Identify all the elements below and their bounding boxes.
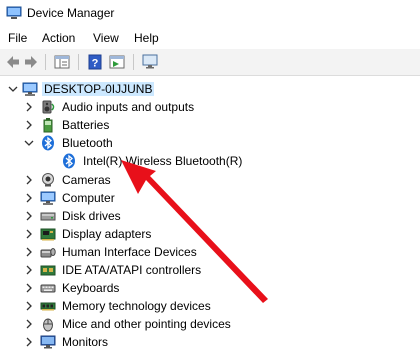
chevron-right-icon[interactable] xyxy=(23,119,35,131)
device-manager-icon xyxy=(6,6,22,19)
tree-item-label: Keyboards xyxy=(62,281,120,295)
chevron-right-icon[interactable] xyxy=(23,336,35,348)
properties-icon[interactable] xyxy=(108,53,126,71)
hid-icon xyxy=(40,248,56,258)
menu-file[interactable]: File xyxy=(6,31,29,45)
tree-item-bluetooth[interactable]: Bluetooth xyxy=(0,134,420,152)
tree-item-intel-wireless-bluetooth[interactable]: Intel(R) Wireless Bluetooth(R) xyxy=(0,152,420,170)
menu-action[interactable]: Action xyxy=(40,31,77,45)
chevron-right-icon[interactable] xyxy=(23,228,35,240)
bluetooth-icon xyxy=(42,135,54,151)
tree-item-label: Computer xyxy=(62,191,115,205)
tree-item-label: Human Interface Devices xyxy=(62,245,197,259)
toolbar: ? xyxy=(0,49,420,76)
tree-item-label: Audio inputs and outputs xyxy=(62,100,195,114)
ide-icon xyxy=(40,265,56,276)
tree-item-computer[interactable]: Computer xyxy=(0,189,420,207)
tree-item-monitors[interactable]: Monitors xyxy=(0,333,420,351)
tree-item-cameras[interactable]: Cameras xyxy=(0,171,420,189)
tree-item-label: Bluetooth xyxy=(62,136,113,150)
tree-item-mice[interactable]: Mice and other pointing devices xyxy=(0,315,420,333)
tree-item-display-adapters[interactable]: Display adapters xyxy=(0,225,420,243)
toolbar-separator xyxy=(133,54,134,70)
help-icon[interactable]: ? xyxy=(86,53,104,71)
chevron-right-icon[interactable] xyxy=(23,300,35,312)
chevron-down-icon[interactable] xyxy=(23,137,35,149)
scan-hardware-icon[interactable] xyxy=(141,53,159,71)
device-tree: DESKTOP-0IJJUNB Audio inputs and outputs… xyxy=(0,78,420,353)
tree-item-label: Monitors xyxy=(62,335,109,349)
toolbar-separator xyxy=(78,54,79,70)
tree-item-ide-ata-atapi-controllers[interactable]: IDE ATA/ATAPI controllers xyxy=(0,261,420,279)
tree-item-keyboards[interactable]: Keyboards xyxy=(0,279,420,297)
chevron-right-icon[interactable] xyxy=(23,210,35,222)
tree-item-label: Memory technology devices xyxy=(62,299,211,313)
window-title: Device Manager xyxy=(27,6,115,20)
speaker-icon xyxy=(42,100,55,114)
tree-item-label: IDE ATA/ATAPI controllers xyxy=(62,263,202,277)
menu-help[interactable]: Help xyxy=(132,31,161,45)
tree-item-label: Disk drives xyxy=(62,209,121,223)
chevron-right-icon[interactable] xyxy=(23,101,35,113)
tree-item-disk-drives[interactable]: Disk drives xyxy=(0,207,420,225)
chevron-right-icon[interactable] xyxy=(23,174,35,186)
tree-root-label: DESKTOP-0IJJUNB xyxy=(42,82,155,96)
forward-icon[interactable] xyxy=(22,53,40,71)
chevron-right-icon[interactable] xyxy=(23,318,35,330)
camera-icon xyxy=(42,173,54,187)
chevron-right-icon[interactable] xyxy=(23,192,35,204)
tree-item-memory-technology-devices[interactable]: Memory technology devices xyxy=(0,297,420,315)
tree-item-batteries[interactable]: Batteries xyxy=(0,116,420,134)
tree-item-human-interface-devices[interactable]: Human Interface Devices xyxy=(0,243,420,261)
computer-icon xyxy=(40,191,56,205)
tree-item-label: Mice and other pointing devices xyxy=(62,317,231,331)
tree-item-label: Display adapters xyxy=(62,227,152,241)
tree-item-label: Batteries xyxy=(62,118,110,132)
svg-text:?: ? xyxy=(92,58,99,70)
title-bar: Device Manager xyxy=(0,0,420,27)
chevron-right-icon[interactable] xyxy=(23,282,35,294)
keyboard-icon xyxy=(40,284,56,293)
show-hide-console-tree-icon[interactable] xyxy=(53,53,71,71)
battery-icon xyxy=(43,118,53,133)
chevron-right-icon[interactable] xyxy=(23,264,35,276)
tree-item-audio[interactable]: Audio inputs and outputs xyxy=(0,98,420,116)
back-icon[interactable] xyxy=(4,53,22,71)
display-adapter-icon xyxy=(40,228,56,241)
disk-icon xyxy=(40,212,56,221)
toolbar-separator xyxy=(45,54,46,70)
chevron-right-icon[interactable] xyxy=(23,246,35,258)
tree-item-label: Intel(R) Wireless Bluetooth(R) xyxy=(83,154,243,168)
memory-icon xyxy=(40,302,56,311)
computer-icon xyxy=(22,82,38,96)
menu-view[interactable]: View xyxy=(91,31,121,45)
mouse-icon xyxy=(43,318,53,332)
tree-root[interactable]: DESKTOP-0IJJUNB xyxy=(0,80,420,98)
tree-item-label: Cameras xyxy=(62,173,111,187)
bluetooth-icon xyxy=(63,153,75,169)
chevron-down-icon[interactable] xyxy=(7,83,19,95)
monitor-icon xyxy=(40,335,56,349)
menu-bar: File Action View Help xyxy=(0,27,420,49)
